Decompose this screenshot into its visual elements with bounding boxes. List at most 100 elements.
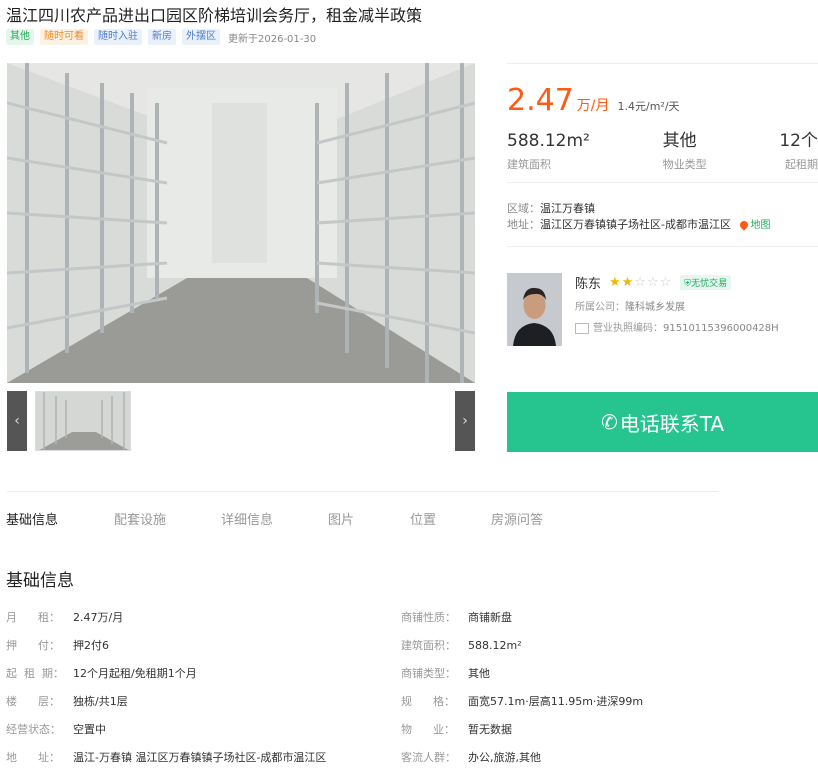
stat-lease-term: 12个 起租期 <box>779 130 818 172</box>
price-per-sqm: 1.4元/m²/天 <box>617 100 680 113</box>
stat-area: 588.12m² 建筑面积 <box>507 130 590 172</box>
info-row-status: 经营状态： 空置中 <box>6 716 326 744</box>
map-pin-icon <box>738 219 751 231</box>
tabs-divider <box>7 491 718 492</box>
info-key: 楼 层： <box>6 695 60 708</box>
summary-panel: 2.47 万/月 1.4元/m²/天 588.12m² 建筑面积 其他 物业类型… <box>507 63 818 353</box>
thumbnail-strip: ‹ › <box>7 391 475 451</box>
stats-row: 588.12m² 建筑面积 其他 物业类型 12个 起租期 <box>507 130 818 172</box>
basic-info-left: 月 租： 2.47万/月 押 付： 押2付6 起 租 期： 12个月起租/免租期1个月… <box>6 604 326 772</box>
info-row-shop-type: 商铺类型： 其他 <box>401 660 643 688</box>
info-row-shop-nature: 商铺性质： 商铺新盘 <box>401 604 643 632</box>
stat-label: 建筑面积 <box>507 158 551 171</box>
address-label: 地址： <box>507 218 540 231</box>
info-key: 月 租： <box>6 611 60 624</box>
agent-name: 陈东 <box>575 277 602 292</box>
info-value: 2.47万/月 <box>73 611 124 624</box>
basic-info-right: 商铺性质： 商铺新盘 建筑面积： 588.12m² 商铺类型： 其他 规 格： 面宽57… <box>401 604 643 772</box>
info-value: 商铺新盘 <box>468 611 512 624</box>
agent-rating: ★★☆☆☆ <box>609 275 672 290</box>
thumbnail-image[interactable] <box>35 391 131 451</box>
star-empty-icon: ☆ <box>634 275 647 290</box>
star-filled-icon: ★ <box>609 275 622 290</box>
license-label: 营业执照编码： <box>593 323 663 334</box>
tag-move-in-anytime: 随时入驻 <box>94 29 142 45</box>
info-row-floor: 楼 层： 独栋/共1层 <box>6 688 326 716</box>
info-value: 暂无数据 <box>468 723 512 736</box>
tab-photos[interactable]: 图片 <box>328 509 410 528</box>
stat-property-type: 其他 物业类型 <box>663 130 707 172</box>
section-tabs: 基础信息 配套设施 详细信息 图片 位置 房源问答 <box>6 509 543 528</box>
license-icon <box>575 322 589 334</box>
warehouse-photo <box>7 63 475 383</box>
main-photo[interactable] <box>7 63 475 383</box>
worry-free-badge: ⛨无忧交易 <box>680 275 732 290</box>
company-value: 隆科城乡发展 <box>625 302 685 313</box>
tab-basic-info[interactable]: 基础信息 <box>6 509 114 528</box>
divider <box>507 63 818 64</box>
map-link-label: 地图 <box>750 220 771 231</box>
updated-date: 更新于2026-01-30 <box>228 33 317 45</box>
star-filled-icon: ★ <box>621 275 635 290</box>
phone-icon: ✆ <box>600 410 618 434</box>
stat-value: 588.12m² <box>507 131 590 151</box>
info-row-property: 物 业： 暂无数据 <box>401 716 643 744</box>
tag-new: 新房 <box>148 29 176 45</box>
info-value: 空置中 <box>73 723 106 736</box>
company-label: 所属公司： <box>575 302 625 313</box>
price-value: 2.47 <box>507 83 574 118</box>
stat-label: 起租期 <box>785 158 818 171</box>
info-key: 商铺性质： <box>401 611 456 624</box>
tag-visit-anytime: 随时可看 <box>40 29 88 45</box>
info-value: 其他 <box>468 667 490 680</box>
worry-free-badge-label: 无忧交易 <box>691 279 728 289</box>
info-key: 起 租 期： <box>6 667 64 680</box>
info-value: 独栋/共1层 <box>73 695 128 708</box>
tab-details[interactable]: 详细信息 <box>221 509 328 528</box>
info-row-spec: 规 格： 面宽57.1m·层高11.95m·进深99m <box>401 688 643 716</box>
info-key: 商铺类型： <box>401 667 456 680</box>
info-value: 588.12m² <box>468 639 522 652</box>
basic-info-title: 基础信息 <box>6 571 74 591</box>
stat-label: 物业类型 <box>662 158 707 171</box>
agent-avatar[interactable] <box>507 273 562 346</box>
info-key: 经营状态： <box>6 723 61 736</box>
listing-title: 温江四川农产品进出口园区阶梯培训会务厅，租金减半政策 <box>6 6 423 25</box>
agent-license: 营业执照编码：91510115396000428H <box>575 319 779 334</box>
tab-location[interactable]: 位置 <box>410 509 491 528</box>
info-key: 规 格： <box>401 695 455 708</box>
info-row-rent: 月 租： 2.47万/月 <box>6 604 326 632</box>
tag-other: 其他 <box>6 29 34 45</box>
info-value: 押2付6 <box>73 639 109 652</box>
stat-value: 其他 <box>662 131 697 151</box>
call-button-label: 电话联系TA <box>619 411 725 436</box>
avatar-photo <box>507 273 562 346</box>
stat-value: 12个 <box>779 131 818 151</box>
price-row: 2.47 万/月 1.4元/m²/天 <box>507 84 818 118</box>
info-row-lease-term: 起 租 期： 12个月起租/免租期1个月 <box>6 660 326 688</box>
address-row: 地址：温江区万春镇镇子场社区-成都市温江区 地图 <box>507 217 818 234</box>
info-key: 物 业： <box>401 723 455 736</box>
agent-name-row: 陈东 ★★☆☆☆ ⛨无忧交易 <box>575 273 779 292</box>
prev-arrow-icon[interactable]: ‹ <box>7 391 27 451</box>
info-value: 面宽57.1m·层高11.95m·进深99m <box>468 695 644 708</box>
divider <box>507 182 818 183</box>
info-key: 押 付： <box>6 639 60 652</box>
district-label: 区域： <box>507 202 540 215</box>
district-row: 区域：温江万春镇 <box>507 201 818 217</box>
star-empty-icon: ☆ <box>646 275 660 290</box>
tag-list: 其他 随时可看 随时入驻 新房 外摆区 更新于2026-01-30 <box>6 29 316 45</box>
next-arrow-icon[interactable]: › <box>455 391 475 451</box>
license-value: 91510115396000428H <box>663 323 779 334</box>
star-empty-icon: ☆ <box>659 275 673 290</box>
tab-qa[interactable]: 房源问答 <box>491 509 543 528</box>
address-value: 温江区万春镇镇子场社区-成都市温江区 <box>540 218 731 231</box>
info-key: 建筑面积： <box>401 639 456 652</box>
agent-card: 陈东 ★★☆☆☆ ⛨无忧交易 所属公司：隆科城乡发展 营业执照编码：915101… <box>507 273 818 353</box>
info-row-area: 建筑面积： 588.12m² <box>401 632 643 660</box>
call-button[interactable]: ✆ 电话联系TA <box>507 392 818 452</box>
tab-facilities[interactable]: 配套设施 <box>114 509 221 528</box>
info-row-deposit: 押 付： 押2付6 <box>6 632 326 660</box>
map-link[interactable]: 地图 <box>738 219 771 231</box>
district-value: 温江万春镇 <box>540 202 595 215</box>
